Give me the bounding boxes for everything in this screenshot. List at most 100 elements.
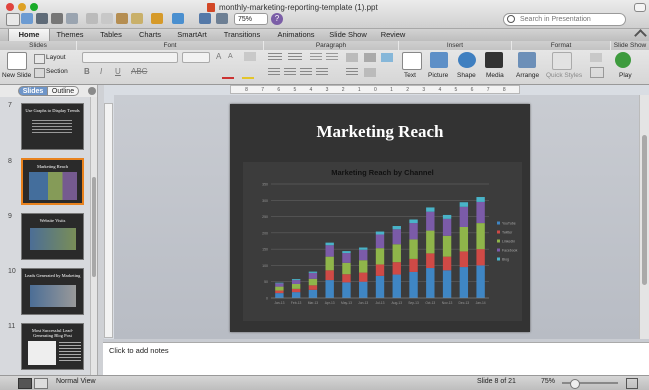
play-button[interactable]: Play <box>619 72 632 79</box>
picture-icon[interactable] <box>430 52 448 68</box>
font-size-select[interactable] <box>182 52 210 63</box>
sidebar-toggle-icon[interactable] <box>216 13 228 24</box>
quick-styles-button[interactable]: Quick Styles <box>546 72 582 79</box>
expand-toolbar-icon[interactable] <box>634 3 646 12</box>
zoom-window-icon[interactable] <box>30 3 38 11</box>
tab-themes[interactable]: Themes <box>50 29 90 41</box>
ruler-tick-label: 0 <box>374 87 377 93</box>
new-document-icon[interactable] <box>6 13 20 26</box>
group-title-insert: Insert <box>399 41 511 50</box>
convert-smartart-icon[interactable] <box>381 53 393 62</box>
media-button[interactable]: Media <box>486 72 504 79</box>
shape-button[interactable]: Shape <box>457 72 476 79</box>
collapse-ribbon-icon[interactable] <box>634 29 647 42</box>
align-center-icon[interactable] <box>284 68 296 77</box>
tab-slide-show[interactable]: Slide Show <box>324 29 372 41</box>
undo-icon[interactable] <box>151 13 163 24</box>
tab-review[interactable]: Review <box>374 29 412 41</box>
canvas-scrollbar[interactable] <box>639 95 649 339</box>
underline-icon[interactable]: U <box>115 67 121 76</box>
pane-splitter[interactable] <box>97 85 104 375</box>
align-right-icon[interactable] <box>300 68 312 77</box>
chart-object[interactable]: Marketing Reach by Channel 0 50 100 150 200 25… <box>243 162 522 321</box>
play-icon[interactable] <box>615 52 631 68</box>
arrange-button[interactable]: Arrange <box>516 72 539 79</box>
slide-thumbnail-selected[interactable]: Marketing Reach <box>21 158 84 205</box>
text-button[interactable]: Text <box>404 72 416 79</box>
slide[interactable]: Marketing Reach Marketing Reach by Chann… <box>230 104 530 332</box>
strikethrough-icon[interactable]: ABC <box>131 67 147 76</box>
align-text-icon[interactable] <box>364 68 376 77</box>
zoom-slider-thumb[interactable] <box>570 379 580 389</box>
slide-thumbnail[interactable]: Website Visits <box>21 213 84 260</box>
grow-font-icon[interactable]: A <box>216 52 221 61</box>
align-left-icon[interactable] <box>268 68 280 77</box>
decrease-indent-icon[interactable] <box>310 53 322 62</box>
zoom-select[interactable]: 75% <box>234 13 268 25</box>
redo-icon[interactable] <box>172 13 184 24</box>
tab-tables[interactable]: Tables <box>92 29 130 41</box>
numbering-icon[interactable] <box>288 53 302 62</box>
new-slide-icon[interactable] <box>7 52 27 70</box>
open-folder-icon[interactable] <box>21 13 33 24</box>
slide-title[interactable]: Marketing Reach <box>230 122 530 142</box>
shape-outline-icon[interactable] <box>590 67 604 78</box>
layout-button[interactable]: Layout <box>46 54 66 61</box>
tab-charts[interactable]: Charts <box>132 29 168 41</box>
canvas-scroll-thumb[interactable] <box>642 135 647 285</box>
notes-placeholder[interactable]: Click to add notes <box>109 346 169 355</box>
gallery-icon[interactable] <box>199 13 211 24</box>
media-icon[interactable] <box>485 52 503 68</box>
zoom-slider[interactable] <box>562 379 618 389</box>
shape-icon[interactable] <box>458 52 476 68</box>
slide-thumbnail[interactable]: Leads Generated by Marketing <box>21 268 84 315</box>
slide-thumbnail[interactable]: Most Successful Lead-Generating Blog Pos… <box>21 323 84 370</box>
import-icon[interactable] <box>66 13 78 24</box>
section-button[interactable]: Section <box>46 68 68 75</box>
save-icon[interactable] <box>36 13 48 24</box>
text-direction-icon[interactable] <box>364 53 376 62</box>
shrink-font-icon[interactable]: A <box>228 53 233 60</box>
paste-icon[interactable] <box>116 13 128 24</box>
arrange-icon[interactable] <box>518 52 536 68</box>
bullets-icon[interactable] <box>268 53 282 62</box>
normal-view-icon[interactable] <box>18 378 32 389</box>
thumbnail-scroll-thumb[interactable] <box>92 177 96 277</box>
picture-button[interactable]: Picture <box>428 72 448 79</box>
font-name-select[interactable] <box>82 52 178 63</box>
text-box-icon[interactable] <box>402 52 422 70</box>
shape-fill-icon[interactable] <box>590 53 602 62</box>
search-input[interactable]: Search in Presentation <box>503 13 626 26</box>
font-color-icon[interactable] <box>222 67 234 79</box>
ruler-tick-label: 8 <box>502 87 506 93</box>
bold-icon[interactable]: B <box>84 67 90 76</box>
tab-smartart[interactable]: SmartArt <box>170 29 214 41</box>
bar-segment <box>375 275 385 298</box>
print-icon[interactable] <box>51 13 63 24</box>
copy-icon[interactable] <box>101 13 113 24</box>
increase-indent-icon[interactable] <box>326 53 338 62</box>
minimize-window-icon[interactable] <box>18 3 26 11</box>
close-window-icon[interactable] <box>6 3 14 11</box>
quick-styles-icon[interactable] <box>552 52 572 70</box>
columns-icon[interactable] <box>346 53 358 62</box>
slide-sorter-icon[interactable] <box>34 378 48 389</box>
tab-transitions[interactable]: Transitions <box>216 29 268 41</box>
tab-animations[interactable]: Animations <box>270 29 322 41</box>
italic-icon[interactable]: I <box>100 67 102 76</box>
line-spacing-icon[interactable] <box>346 68 358 77</box>
notes-pane[interactable]: Click to add notes <box>103 342 649 376</box>
help-icon[interactable]: ? <box>271 13 283 25</box>
tab-outline-view[interactable]: Outline <box>47 86 79 96</box>
slide-thumbnail[interactable]: Use Graphs to Display Trends <box>21 103 84 150</box>
new-slide-button[interactable]: New Slide <box>2 72 31 79</box>
fit-window-icon[interactable] <box>626 378 638 389</box>
close-pane-icon[interactable] <box>88 87 96 95</box>
highlight-icon[interactable] <box>242 67 254 79</box>
tab-home[interactable]: Home <box>8 29 50 41</box>
clear-format-icon[interactable] <box>244 52 256 61</box>
format-painter-icon[interactable] <box>131 13 143 24</box>
justify-icon[interactable] <box>316 68 328 77</box>
tab-slides-view[interactable]: Slides <box>18 86 48 96</box>
cut-icon[interactable] <box>86 13 98 24</box>
